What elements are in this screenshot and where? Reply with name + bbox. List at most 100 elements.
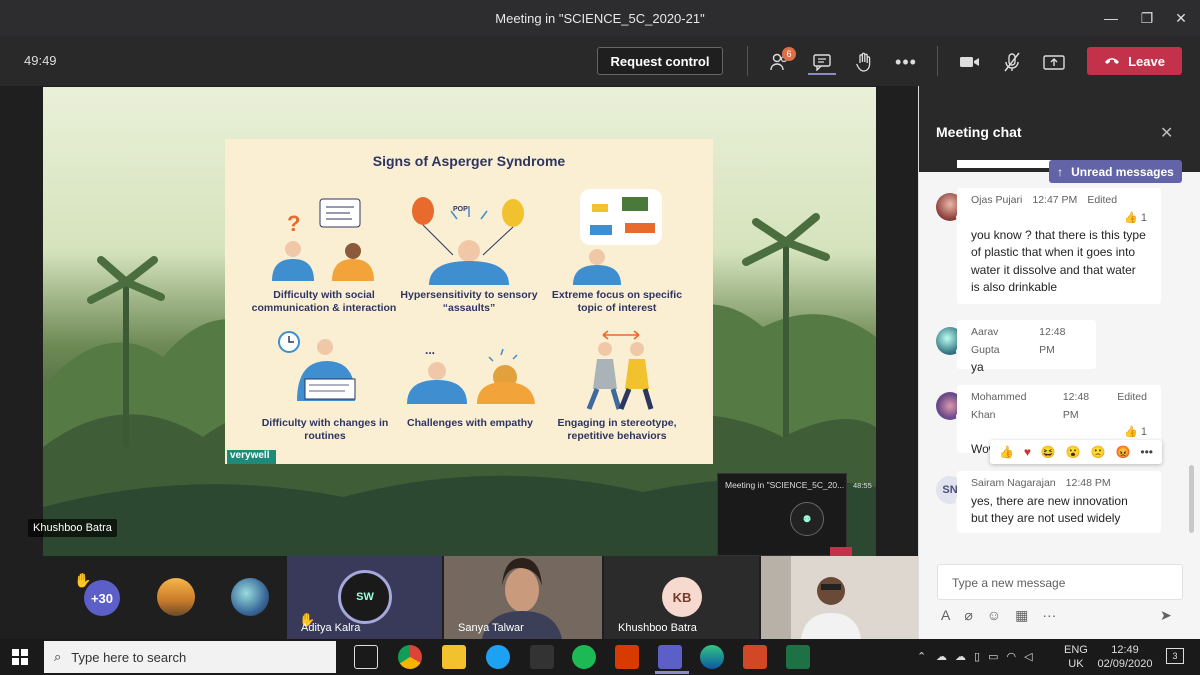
microphone-off-icon xyxy=(1004,52,1020,72)
chat-active-indicator xyxy=(808,73,836,75)
arrow-up-icon: ↑ xyxy=(1057,164,1064,179)
office-icon[interactable] xyxy=(615,645,639,669)
message-time: 12:48 PM xyxy=(1065,477,1111,489)
spotify-icon[interactable] xyxy=(572,645,596,669)
caption-hypersensitivity: Hypersensitivity to sensory “assaults” xyxy=(400,289,538,314)
battery-icon[interactable]: ▭ xyxy=(988,650,998,663)
search-icon: ⌕ xyxy=(54,649,62,664)
emoji-icon[interactable]: ☺ xyxy=(987,607,1001,624)
chat-scrollbar[interactable] xyxy=(1189,465,1194,533)
chat-icon xyxy=(813,54,831,71)
participants-button[interactable]: 6 xyxy=(764,47,796,76)
message-author: Aarav Gupta xyxy=(971,326,1000,356)
edge-icon[interactable] xyxy=(700,645,724,669)
surprised-reaction-icon[interactable]: 😮 xyxy=(1066,445,1081,459)
participant-tile-aditya[interactable]: SW ✋ Aditya Kalra xyxy=(287,556,442,639)
share-screen-button[interactable] xyxy=(1038,48,1070,76)
chrome-icon[interactable] xyxy=(398,645,422,669)
meeting-mini-window[interactable]: Meeting in "SCIENCE_5C_20... 48:55 ⚉ xyxy=(717,473,872,556)
clock-time: 12:49 xyxy=(1111,644,1139,656)
edited-label: Edited xyxy=(1087,194,1118,206)
sad-reaction-icon[interactable]: 🙁 xyxy=(1091,445,1106,459)
twitter-icon[interactable] xyxy=(486,645,510,669)
caption-social: Difficulty with social communication & i… xyxy=(251,289,397,314)
participant-tile-video[interactable] xyxy=(761,556,918,639)
close-window-button[interactable]: ✕ xyxy=(1158,0,1200,36)
chat-button[interactable] xyxy=(806,48,838,76)
camera-button[interactable] xyxy=(954,48,986,76)
notification-center-icon[interactable]: 3 xyxy=(1166,648,1184,664)
leave-button[interactable]: Leave xyxy=(1087,47,1182,75)
chat-message[interactable]: Aarav Gupta 12:48 PM ya xyxy=(957,320,1096,374)
caption-focus: Extreme focus on specific topic of inter… xyxy=(551,289,683,314)
message-text: yes, there are new innovation but they a… xyxy=(971,493,1128,526)
message-input[interactable]: Type a new message xyxy=(937,564,1183,600)
taskbar-search[interactable]: ⌕ Type here to search xyxy=(44,641,336,673)
raise-hand-button[interactable] xyxy=(848,48,880,76)
laugh-reaction-icon[interactable]: 😆 xyxy=(1041,445,1056,459)
unread-label: Unread messages xyxy=(1071,164,1174,179)
participant-name: Khushboo Batra xyxy=(618,622,697,634)
request-control-button[interactable]: Request control xyxy=(597,47,723,75)
mini-window-leave-button[interactable] xyxy=(830,547,852,556)
close-chat-icon[interactable]: ✕ xyxy=(1160,123,1173,143)
powerpoint-icon[interactable] xyxy=(743,645,767,669)
sticker-icon[interactable]: ▦ xyxy=(1015,607,1028,624)
more-icon[interactable]: ··· xyxy=(1042,607,1056,624)
phone-icon[interactable]: ▯ xyxy=(974,650,980,663)
search-placeholder: Type here to search xyxy=(71,649,187,665)
keyboard-app-icon[interactable] xyxy=(530,645,554,669)
participant-tile-sanya[interactable]: Sanya Talwar xyxy=(444,556,602,639)
teams-icon[interactable] xyxy=(658,645,682,669)
angry-reaction-icon[interactable]: 😡 xyxy=(1116,445,1131,459)
volume-icon[interactable]: ◁ xyxy=(1024,650,1032,663)
like-reaction-icon[interactable]: 👍 xyxy=(999,445,1014,459)
cloud-icon[interactable]: ☁ xyxy=(955,650,966,663)
chat-message[interactable]: Ojas Pujari 12:47 PM Edited 👍 1 you know ?… xyxy=(957,188,1161,304)
tray-chevron-icon[interactable]: ⌃ xyxy=(917,650,926,663)
window-title: Meeting in "SCIENCE_5C_2020-21" xyxy=(495,10,705,26)
onedrive-icon[interactable]: ☁ xyxy=(936,650,947,663)
thumbs-up-icon: 👍 xyxy=(1124,211,1138,224)
infographic-card: Signs of Asperger Syndrome ? POP! ... Di xyxy=(225,139,713,464)
message-author: Mohammed Khan xyxy=(971,391,1027,421)
windows-start-icon[interactable] xyxy=(12,649,28,665)
chat-message[interactable]: Sairam Nagarajan 12:48 PM yes, there are … xyxy=(957,471,1161,533)
file-explorer-icon[interactable] xyxy=(442,645,466,669)
participant-avatar[interactable] xyxy=(231,578,269,616)
mini-window-title: Meeting in "SCIENCE_5C_20... xyxy=(725,480,845,490)
hand-icon xyxy=(856,52,871,72)
unread-messages-button[interactable]: ↑ Unread messages xyxy=(1049,160,1182,183)
send-icon[interactable]: ➤ xyxy=(1160,607,1172,624)
clock[interactable]: 12:49 02/09/2020 xyxy=(1096,643,1154,671)
message-time: 12:48 PM xyxy=(1062,391,1090,421)
message-placeholder: Type a new message xyxy=(952,576,1066,590)
participant-video xyxy=(761,556,918,639)
divider xyxy=(937,46,938,76)
meeting-timer: 49:49 xyxy=(24,53,57,68)
more-participants-button[interactable]: +30 xyxy=(84,580,120,616)
wifi-icon[interactable]: ◠ xyxy=(1006,650,1016,663)
message-author: Ojas Pujari xyxy=(971,194,1023,206)
message-time: 12:47 PM xyxy=(1032,194,1078,206)
system-tray-icons: ☁ ☁ ▯ ▭ ◠ ◁ xyxy=(936,650,1033,663)
heart-reaction-icon[interactable]: ♥ xyxy=(1024,445,1031,459)
presenter-name-label: Khushboo Batra xyxy=(28,519,117,537)
more-actions-icon[interactable]: ••• xyxy=(1140,445,1153,459)
more-options-button[interactable]: ••• xyxy=(890,48,922,76)
divider xyxy=(747,46,748,76)
mute-button[interactable] xyxy=(996,48,1028,76)
share-tray-icon xyxy=(1043,55,1065,70)
language-indicator[interactable]: ENG UK xyxy=(1064,643,1088,671)
caption-empathy: Challenges with empathy xyxy=(406,417,534,429)
excel-icon[interactable] xyxy=(786,645,810,669)
participant-avatar[interactable] xyxy=(157,578,195,616)
attach-icon[interactable]: ⌀ xyxy=(964,607,972,624)
participant-tile-khushboo[interactable]: KB Khushboo Batra xyxy=(604,556,759,639)
task-view-icon[interactable] xyxy=(354,645,378,669)
format-icon[interactable]: A xyxy=(941,607,950,624)
mini-window-timer: 48:55 xyxy=(853,481,872,490)
message-author: Sairam Nagarajan xyxy=(971,477,1056,489)
video-camera-icon xyxy=(960,57,979,67)
like-count: 1 xyxy=(1140,426,1147,438)
